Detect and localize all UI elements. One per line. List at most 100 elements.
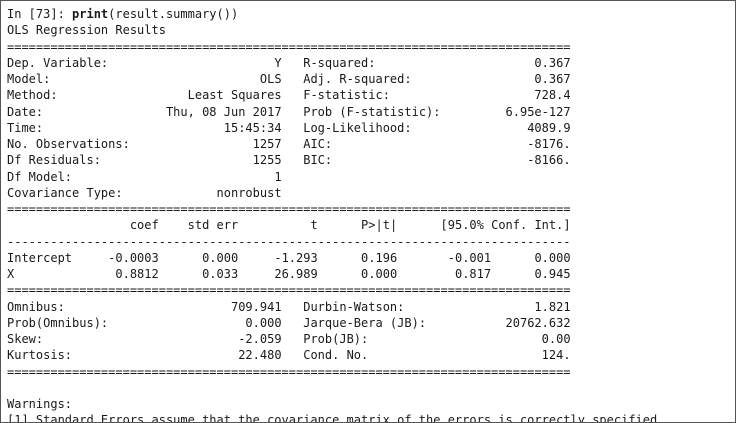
- model-info-row: No. Observations: 1257 AIC: -8176.: [7, 136, 735, 152]
- model-info-left-value: nonrobust: [129, 185, 282, 200]
- coef-row-p: 0.196: [317, 250, 398, 265]
- coef-row-stderr: 0.000: [158, 250, 239, 265]
- coef-row-t: -1.293: [238, 250, 318, 265]
- model-info-left-value: Least Squares: [129, 88, 282, 103]
- coef-header-stderr: std err: [158, 218, 239, 233]
- model-info-right-label: BIC:: [281, 153, 448, 168]
- model-info-left-value: 1: [129, 169, 282, 184]
- diagnostic-left-value: 709.941: [129, 299, 282, 314]
- ols-summary-output: In [73]: print(result.summary()) OLS Reg…: [7, 6, 735, 423]
- coef-header-t: t: [238, 218, 318, 233]
- model-info-row: Df Residuals: 1255 BIC: -8166.: [7, 152, 735, 168]
- coef-row-coef: 0.8812: [79, 267, 159, 281]
- diagnostic-right-label: Prob(JB):: [281, 332, 448, 346]
- model-info-right-label: Adj. R-squared:: [281, 72, 448, 86]
- model-info-row: Time: 15:45:34 Log-Likelihood: 4089.9: [7, 120, 735, 136]
- model-info-row: Df Model: 1: [7, 169, 735, 185]
- print-keyword: print: [72, 7, 109, 21]
- coef-row-name: X: [7, 267, 80, 281]
- model-info-left-label: Date:: [7, 104, 130, 119]
- diagnostic-row: Omnibus: 709.941 Durbin-Watson: 1.821: [7, 299, 735, 315]
- coef-row-coef: -0.0003: [79, 250, 159, 265]
- coef-row-ci-low: 0.817: [397, 267, 492, 281]
- summary-title: OLS Regression Results: [7, 23, 166, 38]
- coef-header-p: P>|t|: [317, 218, 398, 233]
- diagnostic-left-value: 22.480: [129, 348, 282, 363]
- model-info-right-label: Prob (F-statistic):: [281, 104, 448, 119]
- coef-table-body: Intercept -0.0003 0.000 -1.293 0.196 -0.…: [7, 250, 735, 283]
- diagnostic-left-label: Kurtosis:: [7, 348, 130, 363]
- coef-header-coef: coef: [79, 218, 159, 233]
- double-separator: ========================================…: [7, 364, 571, 379]
- coef-header-blank: [7, 218, 79, 232]
- coef-row-name: Intercept: [7, 250, 80, 265]
- model-info-right-label: Log-Likelihood:: [281, 120, 448, 135]
- model-info-left-value: 15:45:34: [129, 120, 282, 135]
- model-info-left-label: Method:: [7, 88, 130, 103]
- double-separator: ========================================…: [7, 283, 571, 298]
- diagnostic-right-label: Jarque-Bera (JB):: [281, 315, 448, 330]
- model-info-right-label: F-statistic:: [281, 88, 448, 103]
- model-info-right-value: 4089.9: [447, 120, 571, 135]
- call-arguments: (result.summary()): [108, 7, 239, 21]
- double-separator: ========================================…: [7, 202, 571, 216]
- model-info-row: Model: OLS Adj. R-squared: 0.367: [7, 71, 735, 87]
- diagnostic-right-label: Cond. No.: [281, 348, 448, 363]
- diagnostic-right-value: 124.: [447, 348, 571, 363]
- model-info-left-value: 1255: [129, 153, 282, 168]
- model-info-left-value: Thu, 08 Jun 2017: [129, 104, 282, 119]
- model-info-left-label: No. Observations:: [7, 137, 130, 151]
- coef-row-ci-high: 0.945: [491, 267, 571, 281]
- diagnostic-right-value: 1.821: [447, 299, 571, 314]
- model-info-right-value: 6.95e-127: [447, 104, 571, 119]
- model-info-left-label: Df Residuals:: [7, 153, 130, 168]
- model-info-right-value: 728.4: [447, 88, 571, 103]
- model-info-left-label: Covariance Type:: [7, 185, 130, 200]
- coef-table-row: X 0.8812 0.033 26.989 0.000 0.817 0.945: [7, 266, 735, 282]
- coef-header-ci: [95.0% Conf. Int.]: [397, 218, 571, 233]
- coef-row-t: 26.989: [238, 267, 318, 281]
- model-info-right-value: -8176.: [447, 137, 571, 151]
- diagnostic-right-value: 20762.632: [447, 315, 571, 330]
- diagnostic-row: Kurtosis: 22.480 Cond. No. 124.: [7, 347, 735, 363]
- warning-item: [1] Standard Errors assume that the cova…: [7, 413, 665, 423]
- model-info-right-value: -8166.: [447, 153, 571, 168]
- coef-table-row: Intercept -0.0003 0.000 -1.293 0.196 -0.…: [7, 250, 735, 266]
- model-info-block: Dep. Variable: Y R-squared: 0.367 Model: …: [7, 55, 735, 201]
- model-info-left-label: Df Model:: [7, 169, 130, 184]
- model-info-left-value: 1257: [129, 137, 282, 151]
- diagnostic-row: Prob(Omnibus): 0.000 Jarque-Bera (JB): 2…: [7, 315, 735, 331]
- model-info-left-value: Y: [129, 55, 282, 70]
- model-info-left-label: Dep. Variable:: [7, 55, 130, 70]
- warnings-title: Warnings:: [7, 397, 73, 411]
- warnings-list: [1] Standard Errors assume that the cova…: [7, 412, 735, 423]
- diagnostics-block: Omnibus: 709.941 Durbin-Watson: 1.821 Pro…: [7, 299, 735, 364]
- model-info-row: Date: Thu, 08 Jun 2017 Prob (F-statistic…: [7, 104, 735, 120]
- double-separator: ========================================…: [7, 39, 571, 54]
- coef-row-ci-low: -0.001: [397, 250, 492, 265]
- diagnostic-left-label: Skew:: [7, 332, 130, 346]
- model-info-right-value: 0.367: [447, 72, 571, 86]
- model-info-row: Method: Least Squares F-statistic: 728.4: [7, 87, 735, 103]
- input-prompt-label: In [73]:: [7, 7, 65, 21]
- model-info-row: Covariance Type: nonrobust: [7, 185, 735, 201]
- coef-row-p: 0.000: [317, 267, 398, 281]
- model-info-right-label: R-squared:: [281, 55, 448, 70]
- coef-row-stderr: 0.033: [158, 267, 239, 281]
- notebook-output-cell: In [73]: print(result.summary()) OLS Reg…: [0, 0, 736, 423]
- diagnostic-left-value: 0.000: [129, 315, 282, 330]
- input-prompt-line: In [73]: print(result.summary()): [7, 6, 735, 22]
- diagnostic-left-value: -2.059: [129, 332, 282, 346]
- coef-row-ci-high: 0.000: [491, 250, 571, 265]
- diagnostic-right-label: Durbin-Watson:: [281, 299, 448, 314]
- model-info-row: Dep. Variable: Y R-squared: 0.367: [7, 55, 735, 71]
- diagnostic-row: Skew: -2.059 Prob(JB): 0.00: [7, 331, 735, 347]
- model-info-left-value: OLS: [129, 72, 282, 86]
- model-info-right-label: AIC:: [281, 137, 448, 151]
- diagnostic-right-value: 0.00: [447, 332, 571, 346]
- model-info-left-label: Time:: [7, 120, 130, 135]
- model-info-left-label: Model:: [7, 72, 130, 86]
- single-separator: ----------------------------------------…: [7, 234, 571, 249]
- coef-table-header: coef std err t P>|t| [95.0% Conf. Int.]: [7, 217, 735, 233]
